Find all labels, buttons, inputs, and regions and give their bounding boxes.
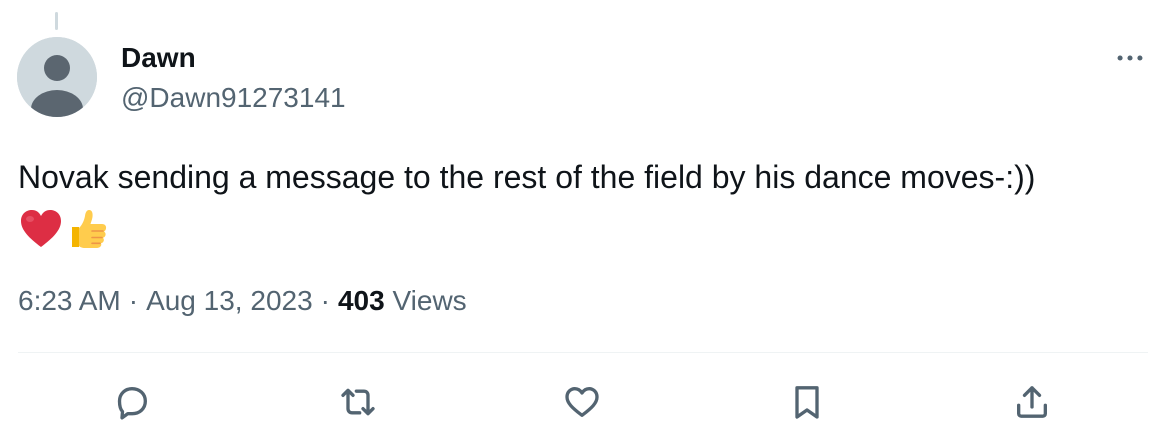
more-options-button[interactable]	[1110, 40, 1150, 76]
views-count: 403	[337, 285, 385, 316]
share-button[interactable]	[1002, 372, 1062, 432]
meta-separator: ·	[128, 285, 139, 316]
thumbs-up-emoji	[72, 210, 107, 248]
avatar[interactable]	[17, 37, 97, 117]
share-icon	[1017, 386, 1047, 418]
bookmark-button[interactable]	[777, 372, 837, 432]
default-profile-icon	[17, 37, 97, 117]
divider	[18, 352, 1148, 353]
retweet-icon	[341, 388, 375, 416]
bookmark-icon	[795, 386, 819, 419]
more-horizontal-icon	[1117, 55, 1143, 61]
like-button[interactable]	[552, 372, 612, 432]
tweet-emoji-row	[20, 207, 110, 251]
like-icon	[565, 387, 599, 417]
author-display-name[interactable]: Dawn	[121, 40, 196, 76]
tweet-date[interactable]: Aug 13, 2023	[146, 285, 313, 316]
tweet-text: Novak sending a message to the rest of t…	[18, 159, 1036, 195]
meta-separator: ·	[320, 285, 330, 316]
reply-button[interactable]	[102, 372, 162, 432]
tweet-metadata: 6:23 AM · Aug 13, 2023 · 403 Views	[18, 282, 467, 320]
views-label: Views	[392, 285, 467, 316]
reply-icon	[117, 387, 147, 420]
author-handle[interactable]: @Dawn91273141	[121, 80, 346, 116]
thread-connector-line	[55, 12, 58, 30]
tweet-time[interactable]: 6:23 AM	[18, 285, 121, 316]
red-heart-emoji	[21, 210, 61, 247]
retweet-button[interactable]	[328, 372, 388, 432]
tweet-action-bar	[0, 372, 1155, 432]
